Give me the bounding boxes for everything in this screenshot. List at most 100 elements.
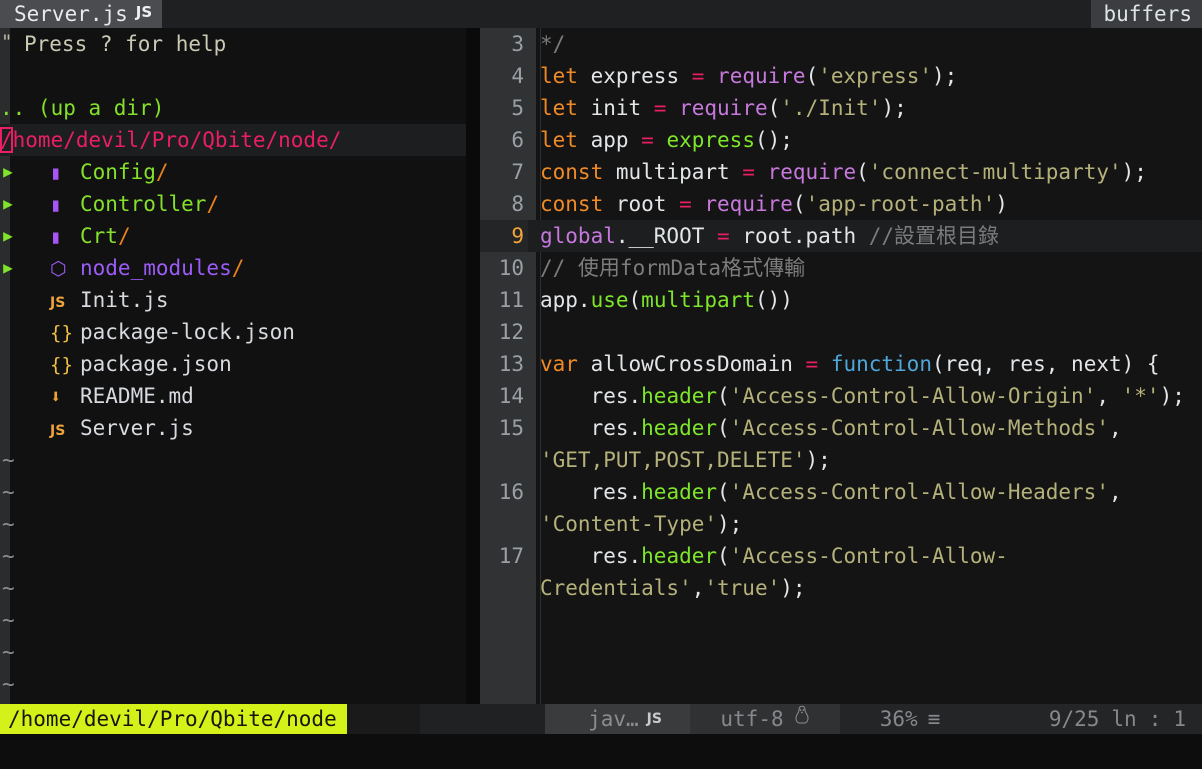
code-token: header [641, 384, 718, 408]
line-number: 3 [480, 28, 528, 60]
tree-item-label: ▮ Config/ [50, 156, 169, 189]
code-line[interactable]: 6 let app = express(); [480, 124, 1202, 156]
code-line-text: */ [540, 28, 1202, 60]
code-token: multipart [641, 288, 755, 312]
code-token: .__ROOT [615, 224, 718, 248]
tree-current-path-row[interactable]: /home/devil/Pro/Qbite/node/ [0, 124, 466, 156]
tree-item-label: ▮ Crt/ [50, 220, 131, 253]
code-line[interactable]: 17 res.header('Access-Control-Allow-Cred… [480, 540, 1202, 604]
code-line-text: var allowCrossDomain = function(req, res… [540, 348, 1202, 380]
tree-item-package-json[interactable]: {} package.json [0, 348, 466, 380]
code-line[interactable]: 15 res.header('Access-Control-Allow-Meth… [480, 412, 1202, 476]
status-line: /home/devil/Pro/Qbite/node < jav… JS utf… [0, 704, 1202, 734]
code-line[interactable]: 9 global.__ROOT = root.path //設置根目錄 [480, 220, 1202, 252]
code-line-text: const multipart = require('connect-multi… [540, 156, 1202, 188]
code-line[interactable]: 12 [480, 316, 1202, 348]
code-token: = [805, 352, 819, 376]
code-line[interactable]: 8 const root = require('app-root-path') [480, 188, 1202, 220]
status-line-ratio: 9/25 [1048, 707, 1100, 731]
js-file-icon: JS [135, 3, 153, 21]
code-token: = [742, 160, 755, 184]
code-token: require [704, 192, 793, 216]
code-token: (req, res, next) { [931, 352, 1160, 376]
code-token: ); [1159, 384, 1185, 408]
code-line[interactable]: 10 // 使用formData格式傳輸 [480, 252, 1202, 284]
code-token: const [540, 160, 604, 184]
code-token: ()) [754, 288, 793, 312]
chevron-right-icon[interactable]: ▶ [1, 156, 15, 188]
code-line-text [540, 316, 1202, 348]
tree-item-suffix: / [155, 160, 169, 184]
status-percent: 36% ≡ [840, 704, 980, 734]
code-line[interactable]: 4 let express = require('express'); [480, 60, 1202, 92]
code-line[interactable]: 16 res.header('Access-Control-Allow-Head… [480, 476, 1202, 540]
code-token: , [1108, 416, 1135, 440]
tree-item-config[interactable]: ▶ ▮ Config/ [0, 156, 466, 188]
code-line[interactable]: 13 var allowCrossDomain = function(req, r… [480, 348, 1202, 380]
tree-empty-row: ~ [0, 444, 466, 476]
code-token: res. [540, 384, 642, 408]
code-token: 'app-root-path' [805, 192, 996, 216]
tree-up-a-dir[interactable]: .. (up a dir) [0, 92, 466, 124]
code-token: , [691, 576, 705, 600]
tree-help-text: Press ? for help [24, 32, 227, 56]
tree-empty-row: ~ [0, 604, 466, 636]
tree-empty-row: ~ [0, 636, 466, 668]
tree-item-name: package-lock.json [80, 320, 295, 344]
quote-marker: " [1, 31, 13, 53]
file-tree-pane[interactable]: " Press ? for help .. (up a dir) /home/devi… [0, 28, 466, 704]
tree-item-name: node_modules [80, 256, 232, 280]
code-line-text: // 使用formData格式傳輸 [540, 252, 1202, 284]
status-line-unit: ln [1111, 707, 1137, 731]
chevron-right-icon[interactable]: ▶ [1, 220, 15, 252]
code-token: header [641, 544, 718, 568]
code-line-text: let init = require('./Init'); [540, 92, 1202, 124]
line-number: 4 [480, 60, 528, 92]
code-token: require [717, 64, 806, 88]
code-line[interactable]: 11 app.use(multipart()) [480, 284, 1202, 316]
code-token: 'GET,PUT,POST,DELETE' [540, 448, 806, 472]
line-number: 6 [480, 124, 528, 156]
tree-item-package-lock-json[interactable]: {} package-lock.json [0, 316, 466, 348]
code-line-text: let express = require('express'); [540, 60, 1202, 92]
code-token: app. [540, 288, 591, 312]
code-line[interactable]: 5 let init = require('./Init'); [480, 92, 1202, 124]
chevron-right-icon[interactable]: ▶ [1, 188, 15, 220]
code-line[interactable]: 14 res.header('Access-Control-Allow-Orig… [480, 380, 1202, 412]
code-token: root.path [729, 224, 869, 248]
tree-item-suffix: / [117, 224, 131, 248]
tree-item-controller[interactable]: ▶ ▮ Controller/ [0, 188, 466, 220]
tree-item-readme-md[interactable]: ⬇ README.md [0, 380, 466, 412]
code-token: express [666, 128, 755, 152]
tree-item-crt[interactable]: ▶ ▮ Crt/ [0, 220, 466, 252]
status-encoding-label: utf-8 [720, 707, 784, 731]
code-token: 'Access-Control-Allow-Headers' [729, 480, 1109, 504]
status-column: 1 [1173, 707, 1186, 731]
code-editor-pane[interactable]: 3 */ 4 let express = require('express'); 5 le… [480, 28, 1202, 704]
code-token: allowCrossDomain [577, 352, 806, 376]
code-line[interactable]: 7 const multipart = require('connect-mult… [480, 156, 1202, 188]
code-token: const [540, 192, 604, 216]
status-filetype-label: jav… [588, 707, 639, 731]
empty-line-marker: ~ [2, 640, 15, 664]
code-token: app [577, 128, 642, 152]
code-token: ( [792, 192, 806, 216]
tree-item-label: ⬇ README.md [50, 380, 194, 413]
buffers-label[interactable]: buffers [1091, 0, 1202, 28]
code-token: multipart [603, 160, 743, 184]
tree-item-init-js[interactable]: JS Init.js [0, 284, 466, 316]
tab-label: Server.js [14, 2, 128, 26]
tab-server-js[interactable]: Server.js JS [0, 0, 163, 28]
tree-item-node_modules[interactable]: ▶ ⬡ node_modules/ [0, 252, 466, 284]
code-lines: 3 */ 4 let express = require('express'); 5 le… [480, 28, 1202, 604]
code-token: */ [540, 32, 566, 56]
code-token: ); [1121, 160, 1147, 184]
code-line[interactable]: 3 */ [480, 28, 1202, 60]
code-token: = [653, 96, 667, 120]
tree-item-server-js[interactable]: JS Server.js [0, 412, 466, 444]
chevron-right-icon[interactable]: ▶ [1, 252, 15, 284]
code-token: res. [540, 480, 642, 504]
code-token: 'Access-Control-Allow-Origin' [729, 384, 1097, 408]
